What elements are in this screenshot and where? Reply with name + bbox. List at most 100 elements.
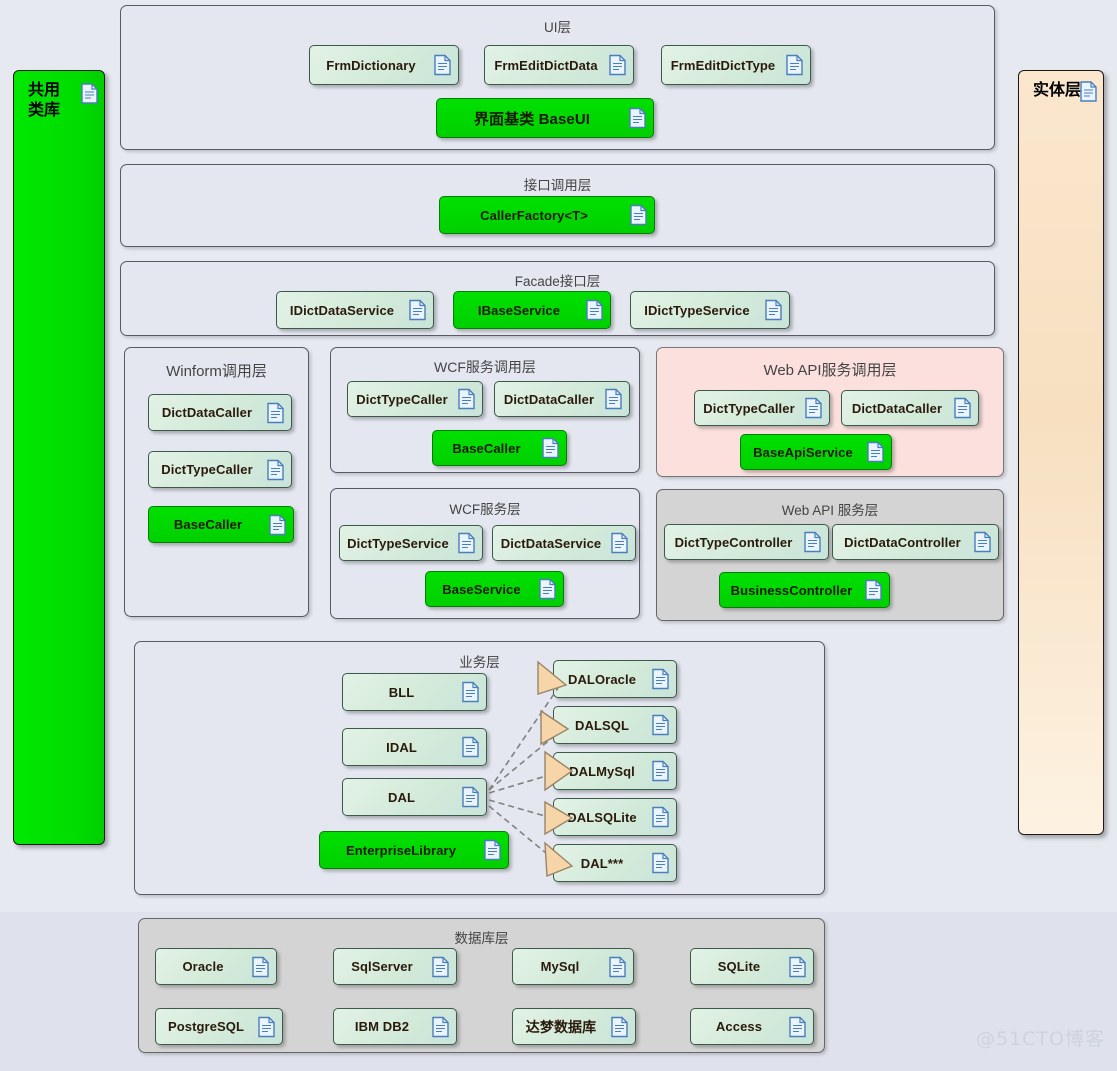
node-label: SqlServer xyxy=(351,959,439,974)
node-label: FrmEditDictType xyxy=(671,58,802,73)
document-icon xyxy=(652,807,669,828)
node-db-access[interactable]: Access xyxy=(690,1008,814,1045)
node-wcf-dicttypecaller[interactable]: DictTypeCaller xyxy=(347,381,483,417)
node-label: MySql xyxy=(541,959,606,974)
node-enterpriselibrary[interactable]: EnterpriseLibrary xyxy=(319,831,509,869)
node-webapi-dicttypecaller[interactable]: DictTypeCaller xyxy=(694,390,830,426)
document-icon xyxy=(267,402,284,423)
node-db-mysql[interactable]: MySql xyxy=(512,948,634,985)
node-label: DictTypeCaller xyxy=(356,392,473,407)
node-idicttypeservice[interactable]: IDictTypeService xyxy=(630,291,790,329)
document-icon xyxy=(652,715,669,736)
node-db-postgresql[interactable]: PostgreSQL xyxy=(155,1008,283,1045)
node-dal[interactable]: DAL xyxy=(342,778,487,816)
node-label: DALSQLite xyxy=(567,810,663,825)
node-label: DictDataService xyxy=(501,536,628,551)
document-icon xyxy=(789,956,806,977)
node-winform-dicttypecaller[interactable]: DictTypeCaller xyxy=(148,451,292,488)
node-frmdictionary[interactable]: FrmDictionary xyxy=(309,45,459,85)
document-icon xyxy=(432,1016,449,1037)
document-icon xyxy=(652,761,669,782)
node-label: BLL xyxy=(389,685,441,700)
document-icon xyxy=(609,55,626,76)
entity-layer-panel[interactable]: 实体层 xyxy=(1018,70,1104,835)
node-label: DictTypeController xyxy=(675,535,819,550)
node-frmeditdictdata[interactable]: FrmEditDictData xyxy=(484,45,634,85)
document-icon xyxy=(462,682,479,703)
node-idictdataservice[interactable]: IDictDataService xyxy=(276,291,434,329)
node-db-ibmdb2[interactable]: IBM DB2 xyxy=(333,1008,457,1045)
node-label: BaseCaller xyxy=(452,441,546,456)
document-icon xyxy=(252,956,269,977)
document-icon xyxy=(630,205,647,226)
document-icon xyxy=(652,669,669,690)
node-frmeditdicttype[interactable]: FrmEditDictType xyxy=(661,45,811,85)
document-icon xyxy=(269,514,286,535)
node-dalmysql[interactable]: DALMySql xyxy=(553,752,677,790)
node-ibaseservice[interactable]: IBaseService xyxy=(453,291,611,329)
node-label: DALSQL xyxy=(575,718,655,733)
document-icon xyxy=(434,55,451,76)
document-icon xyxy=(609,956,626,977)
document-icon xyxy=(458,533,475,554)
document-icon xyxy=(629,108,646,129)
document-icon xyxy=(765,300,782,321)
node-label: BusinessController xyxy=(731,583,879,598)
node-dalsqlite[interactable]: DALSQLite xyxy=(553,798,677,836)
node-label: 达梦数据库 xyxy=(526,1017,623,1037)
node-callerfactory[interactable]: CallerFactory<T> xyxy=(439,196,655,234)
node-wcf-dictdatacaller[interactable]: DictDataCaller xyxy=(494,381,630,417)
node-baseui[interactable]: 界面基类 BaseUI xyxy=(436,98,654,138)
node-label: DictTypeService xyxy=(347,536,475,551)
document-icon xyxy=(865,580,882,601)
node-label: DictTypeCaller xyxy=(703,401,820,416)
node-db-oracle[interactable]: Oracle xyxy=(155,948,277,985)
document-icon xyxy=(409,300,426,321)
node-idal[interactable]: IDAL xyxy=(342,728,487,766)
document-icon xyxy=(258,1016,275,1037)
node-label: DAL xyxy=(388,790,441,805)
node-db-dameng[interactable]: 达梦数据库 xyxy=(512,1008,636,1045)
node-label: IDAL xyxy=(386,740,443,755)
node-label: Access xyxy=(716,1019,788,1034)
document-icon xyxy=(267,459,284,480)
document-icon xyxy=(605,389,622,410)
node-label: DictTypeCaller xyxy=(161,462,278,477)
group-title-ui: UI层 xyxy=(121,16,994,36)
node-daloracle[interactable]: DALOracle xyxy=(553,660,677,698)
node-dictdatacontroller[interactable]: DictDataController xyxy=(832,524,999,560)
node-db-sqlserver[interactable]: SqlServer xyxy=(333,948,457,985)
node-label: Oracle xyxy=(182,959,249,974)
node-db-sqlite[interactable]: SQLite xyxy=(690,948,814,985)
document-icon xyxy=(786,55,803,76)
node-dal-other[interactable]: DAL*** xyxy=(553,844,677,882)
node-winform-basecaller[interactable]: BaseCaller xyxy=(148,506,294,543)
node-dicttypecontroller[interactable]: DictTypeController xyxy=(664,524,829,560)
node-dalsql[interactable]: DALSQL xyxy=(553,706,677,744)
node-label: DALMySql xyxy=(569,764,661,779)
node-wcf-dictdataservice[interactable]: DictDataService xyxy=(492,525,636,561)
node-label: DictDataCaller xyxy=(504,392,620,407)
node-label: DictDataCaller xyxy=(852,401,968,416)
node-label: 界面基类 BaseUI xyxy=(474,108,616,129)
document-icon xyxy=(805,398,822,419)
group-title-interface-caller: 接口调用层 xyxy=(121,174,994,194)
group-title-winform-caller: Winform调用层 xyxy=(125,360,308,381)
node-webapi-dictdatacaller[interactable]: DictDataCaller xyxy=(841,390,979,426)
document-icon xyxy=(484,840,501,861)
group-title-webapi-caller: Web API服务调用层 xyxy=(657,359,1003,380)
node-baseapiservice[interactable]: BaseApiService xyxy=(740,434,892,470)
node-bll[interactable]: BLL xyxy=(342,673,487,711)
document-icon xyxy=(867,442,884,463)
shared-library-panel[interactable]: 共用 类库 xyxy=(13,70,105,845)
document-icon xyxy=(542,438,559,459)
node-winform-dictdatacaller[interactable]: DictDataCaller xyxy=(148,394,292,431)
document-icon xyxy=(1080,81,1097,102)
node-label: PostgreSQL xyxy=(168,1019,270,1034)
node-wcf-baseservice[interactable]: BaseService xyxy=(425,571,564,607)
group-title-wcf-service: WCF服务层 xyxy=(331,498,639,518)
node-wcf-dicttypeservice[interactable]: DictTypeService xyxy=(339,525,483,561)
node-wcf-basecaller[interactable]: BaseCaller xyxy=(432,430,567,466)
node-businesscontroller[interactable]: BusinessController xyxy=(719,572,890,608)
group-title-wcf-caller: WCF服务调用层 xyxy=(331,357,639,377)
